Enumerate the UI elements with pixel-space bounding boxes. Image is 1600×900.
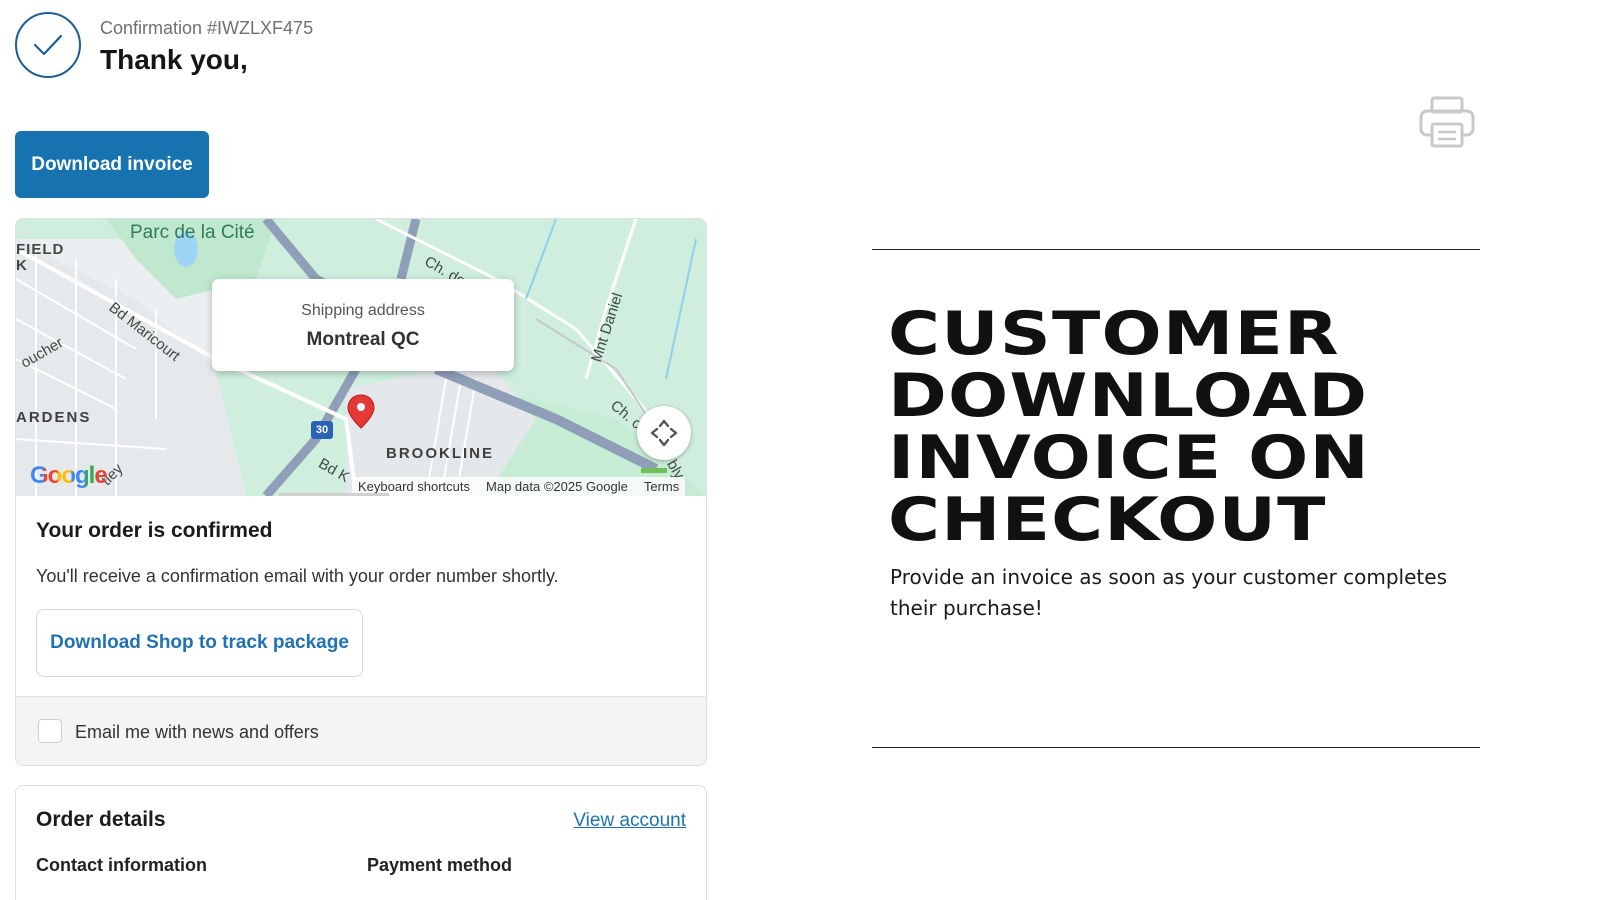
map-label-k: K bbox=[16, 257, 27, 274]
map-attribution-bar: Keyboard shortcuts Map data ©2025 Google… bbox=[352, 477, 686, 496]
thank-you-heading: Thank you, bbox=[100, 44, 248, 75]
map-label-field: FIELD bbox=[16, 241, 65, 258]
shipping-address-label: Shipping address bbox=[301, 302, 425, 319]
order-confirmed-text: You'll receive a confirmation email with… bbox=[36, 566, 559, 586]
map-label-gardens: ARDENS bbox=[16, 409, 92, 426]
google-logo-text: Google bbox=[30, 462, 108, 489]
newsletter-label: Email me with news and offers bbox=[75, 722, 319, 742]
download-shop-button[interactable]: Download Shop to track package bbox=[36, 609, 363, 677]
confirmation-number: Confirmation #IWZLXF475 bbox=[100, 18, 314, 38]
map-label-park: Parc de la Cité bbox=[130, 222, 255, 243]
check-icon-glyph bbox=[33, 34, 63, 56]
shipping-address-popup: Shipping address Montreal QC bbox=[212, 279, 514, 371]
newsletter-row: Email me with news and offers bbox=[16, 696, 706, 765]
payment-method-heading: Payment method bbox=[367, 855, 513, 875]
divider-top bbox=[872, 249, 1480, 250]
view-account-link[interactable]: View account bbox=[573, 810, 686, 832]
check-icon bbox=[15, 12, 81, 78]
contact-information-heading: Contact information bbox=[36, 855, 207, 875]
headline-line: DOWNLOAD bbox=[888, 361, 1369, 431]
map-label-brookline: BROOKLINE bbox=[386, 445, 494, 462]
headline-line: CHECKOUT bbox=[888, 485, 1327, 555]
map-pin-icon[interactable] bbox=[346, 394, 376, 435]
map-scrollbar[interactable] bbox=[279, 493, 389, 496]
divider-bottom bbox=[872, 747, 1480, 748]
promo-subtext: Provide an invoice as soon as your custo… bbox=[890, 565, 1447, 620]
map-data-text: Map data ©2025 Google bbox=[486, 479, 628, 494]
headline-line: INVOICE ON bbox=[888, 423, 1370, 493]
order-confirmation-card: Parc de la Cité FIELD K oucher Bd Marico… bbox=[15, 218, 707, 766]
order-details-card: Order details View account Contact infor… bbox=[15, 785, 707, 900]
google-logo: Google bbox=[30, 462, 108, 490]
expand-icon bbox=[650, 419, 678, 447]
newsletter-checkbox[interactable] bbox=[38, 719, 62, 743]
map-terms-link[interactable]: Terms bbox=[644, 479, 679, 494]
download-invoice-button[interactable]: Download invoice bbox=[15, 131, 209, 198]
order-details-title: Order details bbox=[36, 808, 166, 831]
keyboard-shortcuts-link[interactable]: Keyboard shortcuts bbox=[358, 479, 470, 494]
order-confirmed-title: Your order is confirmed bbox=[36, 519, 273, 542]
headline-line: CUSTOMER bbox=[888, 299, 1340, 369]
map-expand-button[interactable] bbox=[637, 406, 691, 460]
shipping-map[interactable]: Parc de la Cité FIELD K oucher Bd Marico… bbox=[16, 219, 706, 496]
highway-shield: 30 bbox=[311, 421, 333, 439]
printer-icon[interactable] bbox=[1418, 94, 1476, 150]
promo-headline: CUSTOMER DOWNLOAD INVOICE ON CHECKOUT bbox=[888, 303, 1596, 551]
shipping-address-city: Montreal QC bbox=[306, 329, 420, 350]
